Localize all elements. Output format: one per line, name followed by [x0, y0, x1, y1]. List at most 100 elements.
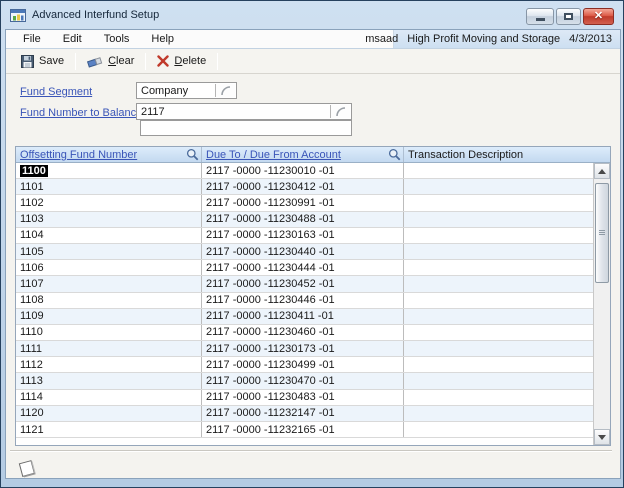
- scroll-down-button[interactable]: [594, 429, 610, 445]
- footer-divider: [10, 450, 612, 452]
- table-row[interactable]: 11012117 -0000 -11230412 -01: [16, 179, 593, 195]
- grid-cell[interactable]: [403, 390, 593, 405]
- grid-cell[interactable]: 2117 -0000 -11230452 -01: [201, 276, 403, 291]
- table-row[interactable]: 11042117 -0000 -11230163 -01: [16, 228, 593, 244]
- table-row[interactable]: 11052117 -0000 -11230440 -01: [16, 244, 593, 260]
- grid-cell[interactable]: 2117 -0000 -11230440 -01: [201, 244, 403, 259]
- grid-cell[interactable]: 2117 -0000 -11230163 -01: [201, 228, 403, 243]
- clear-button[interactable]: Clear: [78, 53, 143, 70]
- grid-cell[interactable]: 1101: [16, 179, 201, 194]
- grid-cell[interactable]: 1114: [16, 390, 201, 405]
- grid-cell[interactable]: 2117 -0000 -11232147 -01: [201, 406, 403, 421]
- grid-cell[interactable]: [403, 341, 593, 356]
- column-header-offsetting-fund[interactable]: Offsetting Fund Number: [16, 147, 201, 162]
- fund-segment-dropdown-button[interactable]: [215, 84, 235, 97]
- grid-cell[interactable]: [403, 325, 593, 340]
- grid-cell[interactable]: 1110: [16, 325, 201, 340]
- grid-cell[interactable]: 1100: [16, 163, 201, 178]
- grid-cell[interactable]: 1107: [16, 276, 201, 291]
- column-header-link[interactable]: Due To / Due From Account: [206, 149, 341, 161]
- vertical-scrollbar[interactable]: [593, 163, 610, 445]
- grid-cell[interactable]: 1106: [16, 260, 201, 275]
- grid-cell[interactable]: 2117 -0000 -11230470 -01: [201, 373, 403, 388]
- status-user: msaad: [365, 33, 398, 45]
- lookup-magnifier-icon[interactable]: [388, 148, 401, 164]
- grid-cell[interactable]: 2117 -0000 -11230499 -01: [201, 357, 403, 372]
- grid-cell[interactable]: 2117 -0000 -11232165 -01: [201, 422, 403, 437]
- grid-cell[interactable]: 2117 -0000 -11230488 -01: [201, 212, 403, 227]
- grid-cell[interactable]: 1104: [16, 228, 201, 243]
- table-row[interactable]: 11092117 -0000 -11230411 -01: [16, 309, 593, 325]
- toolbar-separator: [75, 53, 76, 70]
- table-row[interactable]: 11082117 -0000 -11230446 -01: [16, 293, 593, 309]
- grid-cell[interactable]: [403, 228, 593, 243]
- fund-number-lookup-button[interactable]: [330, 105, 350, 118]
- grid-cell[interactable]: 1112: [16, 357, 201, 372]
- minimize-button[interactable]: [526, 8, 554, 25]
- menu-edit[interactable]: Edit: [52, 31, 93, 47]
- grid-cell[interactable]: 2117 -0000 -11230412 -01: [201, 179, 403, 194]
- table-row[interactable]: 11132117 -0000 -11230470 -01: [16, 373, 593, 389]
- menu-file[interactable]: File: [12, 31, 52, 47]
- grid-cell[interactable]: 1109: [16, 309, 201, 324]
- menu-help[interactable]: Help: [140, 31, 185, 47]
- grid-cell[interactable]: 1120: [16, 406, 201, 421]
- grid-cell[interactable]: [403, 195, 593, 210]
- grid-cell[interactable]: 1121: [16, 422, 201, 437]
- grid-cell[interactable]: 2117 -0000 -11230444 -01: [201, 260, 403, 275]
- grid-cell[interactable]: 1111: [16, 341, 201, 356]
- grid-cell[interactable]: 2117 -0000 -11230991 -01: [201, 195, 403, 210]
- grid-cell[interactable]: 2117 -0000 -11230483 -01: [201, 390, 403, 405]
- grid-cell[interactable]: [403, 373, 593, 388]
- grid-cell[interactable]: 2117 -0000 -11230446 -01: [201, 293, 403, 308]
- grid-cell[interactable]: [403, 260, 593, 275]
- table-row[interactable]: 11022117 -0000 -11230991 -01: [16, 195, 593, 211]
- restore-button[interactable]: [556, 8, 581, 25]
- title-bar[interactable]: Advanced Interfund Setup ✕: [1, 1, 623, 29]
- grid-cell[interactable]: 2117 -0000 -11230411 -01: [201, 309, 403, 324]
- grid-cell[interactable]: [403, 406, 593, 421]
- table-row[interactable]: 11032117 -0000 -11230488 -01: [16, 212, 593, 228]
- grid-cell[interactable]: 2117 -0000 -11230010 -01: [201, 163, 403, 178]
- table-row[interactable]: 11212117 -0000 -11232165 -01: [16, 422, 593, 438]
- scroll-up-button[interactable]: [594, 163, 610, 179]
- table-row[interactable]: 11002117 -0000 -11230010 -01: [16, 163, 593, 179]
- grid-cell[interactable]: [403, 179, 593, 194]
- grid-cell[interactable]: [403, 163, 593, 178]
- grid-cell[interactable]: 2117 -0000 -11230460 -01: [201, 325, 403, 340]
- fund-number-field[interactable]: 2117: [136, 103, 352, 120]
- grid-cell[interactable]: [403, 244, 593, 259]
- grid-cell[interactable]: 1113: [16, 373, 201, 388]
- note-button[interactable]: [16, 457, 38, 479]
- lookup-magnifier-icon[interactable]: [186, 148, 199, 164]
- table-row[interactable]: 11202117 -0000 -11232147 -01: [16, 406, 593, 422]
- grid-cell[interactable]: 1105: [16, 244, 201, 259]
- grid-cell[interactable]: [403, 309, 593, 324]
- fund-description-field[interactable]: [140, 120, 352, 136]
- fund-segment-label[interactable]: Fund Segment: [20, 86, 92, 98]
- scrollbar-thumb[interactable]: [595, 183, 609, 283]
- grid-cell[interactable]: [403, 357, 593, 372]
- menu-tools[interactable]: Tools: [93, 31, 141, 47]
- grid-cell[interactable]: [403, 276, 593, 291]
- table-row[interactable]: 11142117 -0000 -11230483 -01: [16, 390, 593, 406]
- grid-cell[interactable]: [403, 422, 593, 437]
- delete-button[interactable]: Delete: [148, 53, 215, 69]
- fund-number-label[interactable]: Fund Number to Balance: [20, 107, 142, 119]
- save-button[interactable]: Save: [12, 53, 73, 70]
- fund-segment-field[interactable]: Company: [136, 82, 237, 99]
- grid-cell[interactable]: 1108: [16, 293, 201, 308]
- grid-cell[interactable]: [403, 212, 593, 227]
- grid-cell[interactable]: 2117 -0000 -11230173 -01: [201, 341, 403, 356]
- column-header-due-account[interactable]: Due To / Due From Account: [201, 147, 403, 162]
- column-header-link[interactable]: Offsetting Fund Number: [20, 149, 137, 161]
- grid-cell[interactable]: 1103: [16, 212, 201, 227]
- table-row[interactable]: 11112117 -0000 -11230173 -01: [16, 341, 593, 357]
- grid-cell[interactable]: 1102: [16, 195, 201, 210]
- table-row[interactable]: 11062117 -0000 -11230444 -01: [16, 260, 593, 276]
- table-row[interactable]: 11102117 -0000 -11230460 -01: [16, 325, 593, 341]
- grid-cell[interactable]: [403, 293, 593, 308]
- table-row[interactable]: 11122117 -0000 -11230499 -01: [16, 357, 593, 373]
- table-row[interactable]: 11072117 -0000 -11230452 -01: [16, 276, 593, 292]
- close-button[interactable]: ✕: [583, 8, 614, 25]
